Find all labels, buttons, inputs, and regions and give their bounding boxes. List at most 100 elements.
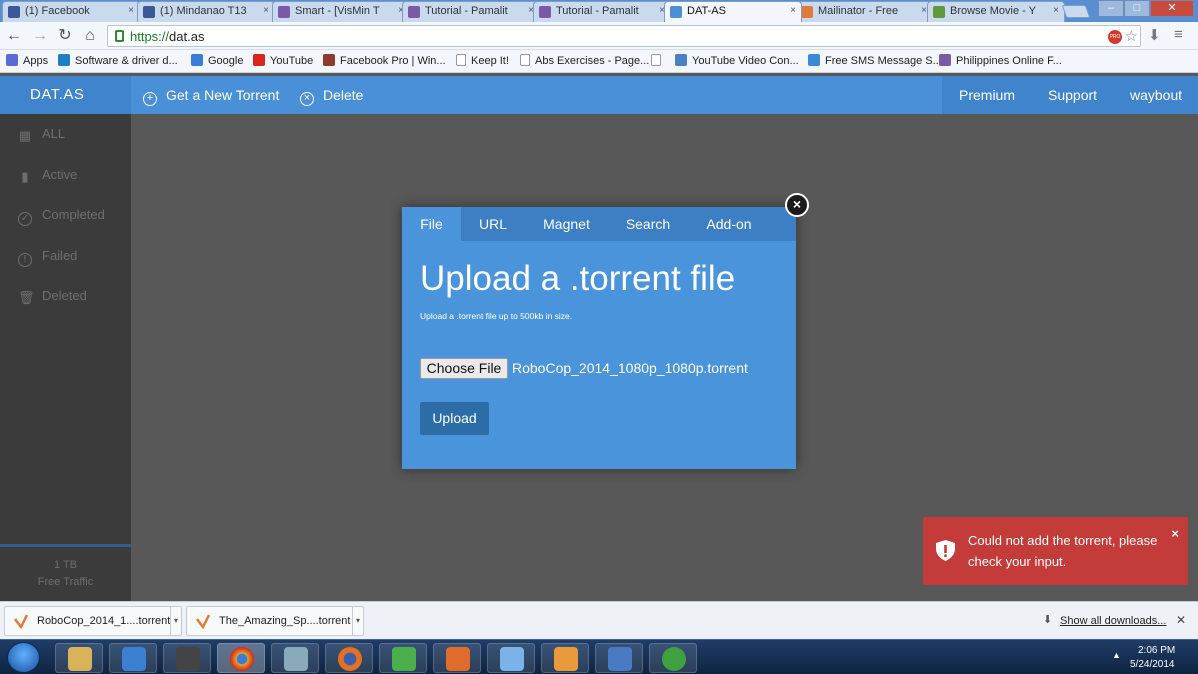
- bookmark-item[interactable]: Software & driver d...: [58, 54, 178, 67]
- browser-tab[interactable]: Mailinator - Free ×: [795, 1, 933, 22]
- bookmark-item[interactable]: Facebook Pro | Win...: [323, 54, 446, 67]
- explorer-icon[interactable]: [55, 643, 103, 673]
- bookmark-item[interactable]: Google: [191, 54, 243, 67]
- firefox-icon[interactable]: [325, 643, 373, 673]
- toast-close-icon[interactable]: ×: [1171, 526, 1179, 541]
- download-extension-icon[interactable]: ⬇: [1148, 26, 1161, 44]
- bookmark-star-icon[interactable]: ☆: [1125, 27, 1138, 45]
- modal-close-icon[interactable]: ×: [785, 193, 809, 217]
- menu-icon[interactable]: ≡: [1174, 26, 1183, 43]
- modal-title: Upload a .torrent file: [420, 259, 736, 298]
- game-app-icon[interactable]: [163, 643, 211, 673]
- support-link[interactable]: Support: [1048, 76, 1097, 114]
- chevron-down-icon[interactable]: ▾: [170, 607, 181, 635]
- vlc-app-icon[interactable]: [541, 643, 589, 673]
- user-menu-link[interactable]: waybout: [1130, 76, 1182, 114]
- choose-file-button[interactable]: Choose File: [420, 358, 508, 379]
- bookmark-label: Apps: [23, 55, 49, 67]
- upload-button[interactable]: Upload: [420, 402, 489, 435]
- tab-close-icon[interactable]: ×: [263, 5, 269, 16]
- notes-app-icon[interactable]: [487, 643, 535, 673]
- network-app-icon[interactable]: [271, 643, 319, 673]
- browser-tab[interactable]: Tutorial - Pamalit ×: [533, 1, 671, 22]
- maximize-button[interactable]: □: [1124, 0, 1150, 17]
- tab-close-icon[interactable]: ×: [128, 5, 134, 16]
- bookmark-item[interactable]: Abs Exercises - Page...: [520, 54, 649, 67]
- premium-link[interactable]: Premium: [959, 76, 1015, 114]
- tab-favicon-icon: [278, 6, 290, 18]
- bookmark-item[interactable]: YouTube: [253, 54, 313, 67]
- forward-arrow-icon[interactable]: →: [30, 26, 50, 46]
- tab-label: Browse Movie - Y: [950, 5, 1036, 17]
- tab-add-on[interactable]: Add-on: [688, 207, 770, 241]
- delete-link[interactable]: × Delete: [300, 76, 363, 114]
- minimize-button[interactable]: –: [1098, 0, 1124, 17]
- trash-icon: 🗑: [18, 290, 35, 305]
- chevron-down-icon[interactable]: ▾: [352, 607, 363, 635]
- browser-tab[interactable]: DAT-AS ×: [664, 1, 802, 22]
- download-arrow-icon: ⬇: [1043, 614, 1053, 626]
- browser-tab[interactable]: (1) Facebook ×: [2, 1, 140, 22]
- chrome-icon[interactable]: [217, 643, 265, 673]
- sidebar-item-deleted[interactable]: 🗑 Deleted: [18, 286, 87, 306]
- utorrent-icon[interactable]: [649, 643, 697, 673]
- bookmark-label: Abs Exercises - Page...: [535, 55, 650, 67]
- tab-close-icon[interactable]: ×: [790, 5, 796, 16]
- start-button[interactable]: [7, 642, 40, 673]
- show-all-downloads-link[interactable]: Show all downloads...: [1060, 615, 1166, 627]
- pro-extension-icon[interactable]: PRO: [1108, 30, 1122, 44]
- bookmark-item[interactable]: [651, 54, 666, 67]
- sidebar-item-completed[interactable]: ✓ Completed: [18, 205, 105, 226]
- shield-alert-icon: [936, 540, 955, 561]
- tab-search[interactable]: Search: [608, 207, 688, 241]
- browser-tab-strip: (1) Facebook × (1) Mindanao T13 × Smart - [V…: [0, 0, 1198, 22]
- sidebar-item-label: Active: [42, 166, 78, 182]
- sidebar-item-failed[interactable]: ! Failed: [18, 246, 77, 267]
- bookmark-item[interactable]: Keep It!: [456, 54, 509, 67]
- clock-time[interactable]: 2:06 PM: [1138, 645, 1175, 656]
- tab-url[interactable]: URL: [461, 207, 525, 241]
- download-item[interactable]: RoboCop_2014_1....torrent ▾: [4, 606, 182, 636]
- sidebar-item-all[interactable]: ▦ ALL: [18, 124, 65, 144]
- browser-tab[interactable]: Tutorial - Pamalit ×: [402, 1, 540, 22]
- delete-label: Delete: [323, 87, 364, 103]
- pandora-app-icon[interactable]: [433, 643, 481, 673]
- get-new-torrent-link[interactable]: + Get a New Torrent: [143, 76, 279, 114]
- bookmark-item[interactable]: Free SMS Message S...: [808, 54, 942, 67]
- close-icon[interactable]: ✕: [1176, 613, 1186, 627]
- nav-right-group: Premium Support waybout: [942, 76, 1198, 114]
- tab-close-icon[interactable]: ×: [1053, 5, 1059, 16]
- tray-expand-icon[interactable]: ▲: [1112, 650, 1121, 660]
- sms-app-icon[interactable]: [379, 643, 427, 673]
- reload-icon[interactable]: ↻: [55, 26, 75, 46]
- tab-label: Tutorial - Pamalit: [556, 5, 639, 17]
- bookmark-item[interactable]: YouTube Video Con...: [675, 54, 799, 67]
- browser-tab[interactable]: Browse Movie - Y ×: [927, 1, 1065, 22]
- task-app-icon[interactable]: [109, 643, 157, 673]
- bookmark-item[interactable]: Philippines Online F...: [939, 54, 1062, 67]
- site-logo[interactable]: DAT.AS: [0, 76, 131, 114]
- remote-app-icon[interactable]: [595, 643, 643, 673]
- download-item[interactable]: The_Amazing_Sp....torrent ▾: [186, 606, 364, 636]
- tab-magnet[interactable]: Magnet: [525, 207, 608, 241]
- traffic-panel: 1 TB Free Traffic: [0, 544, 131, 601]
- tab-file[interactable]: File: [402, 207, 461, 241]
- browser-tab[interactable]: Smart - [VisMin T×: [272, 1, 410, 22]
- clock-date[interactable]: 5/24/2014: [1130, 659, 1175, 670]
- system-tray: ▲ 2:06 PM 5/24/2014: [1108, 640, 1198, 674]
- new-tab-button[interactable]: [1061, 5, 1091, 18]
- sidebar-item-active[interactable]: ▮ Active: [18, 165, 77, 185]
- address-bar[interactable]: https://dat.as PRO ☆: [107, 25, 1141, 47]
- modal-subtitle: Upload a .torrent file up to 500kb in si…: [420, 311, 573, 321]
- back-arrow-icon[interactable]: ←: [4, 26, 24, 46]
- site-navbar: DAT.AS + Get a New Torrent × Delete Premiu…: [0, 76, 1198, 114]
- window-controls: – □ ✕: [1098, 0, 1194, 17]
- tab-label: Smart - [VisMin T: [295, 5, 380, 17]
- google-icon: [191, 54, 203, 66]
- bookmark-item[interactable]: Apps: [6, 54, 48, 67]
- window-close-button[interactable]: ✕: [1150, 0, 1194, 17]
- home-icon[interactable]: ⌂: [80, 26, 100, 46]
- tab-label: DAT-AS: [687, 5, 726, 17]
- browser-tab[interactable]: (1) Mindanao T13 ×: [137, 1, 275, 22]
- tab-favicon-icon: [933, 6, 945, 18]
